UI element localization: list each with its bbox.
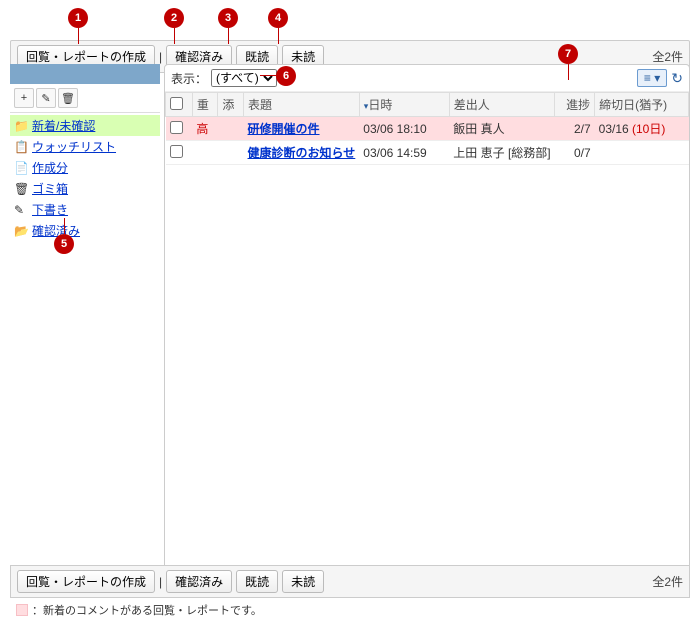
bottom-toolbar: 回覧・レポートの作成 | 確認済み 既読 未読 全2件 xyxy=(10,565,690,598)
col-datetime[interactable]: ▾日時 xyxy=(359,93,449,117)
col-progress[interactable]: 進捗 xyxy=(555,93,595,117)
sidebar-item-watchlist[interactable]: 📋 ウォッチリスト xyxy=(10,136,160,157)
callout-5: 5 xyxy=(54,234,74,254)
sidebar-item-label: ウォッチリスト xyxy=(32,138,116,155)
sidebar-tools: + ✎ 🗑 xyxy=(10,84,160,112)
callout-4: 4 xyxy=(268,8,288,28)
legend-text: ：新着のコメントがある回覧・レポートです。 xyxy=(32,602,262,618)
subject-link[interactable]: 研修開催の件 xyxy=(248,122,320,136)
col-deadline[interactable]: 締切日(猶予) xyxy=(595,93,689,117)
sidebar-item-label: 作成分 xyxy=(32,159,68,176)
row-checkbox[interactable] xyxy=(170,121,183,134)
bottom-area: 回覧・レポートの作成 | 確認済み 既読 未読 全2件 ：新着のコメントがある回… xyxy=(10,565,690,622)
sidebar: + ✎ 🗑 📁 新着/未確認 📋 ウォッチリスト 📄 作成分 🗑 ゴミ箱 ✎ xyxy=(10,64,160,570)
report-table: 重 添 表題 ▾日時 差出人 進捗 締切日(猶予) 高 研修開催の件 xyxy=(165,92,689,165)
pencil-icon: ✎ xyxy=(14,203,28,217)
sidebar-item-created[interactable]: 📄 作成分 xyxy=(10,157,160,178)
col-priority[interactable]: 重 xyxy=(192,93,218,117)
folder-open-icon: 📂 xyxy=(14,224,28,238)
deadline-cell xyxy=(595,141,689,165)
filter-select[interactable]: (すべて) xyxy=(211,69,277,87)
unread-button-bottom[interactable]: 未読 xyxy=(282,570,324,593)
sender-cell: 飯田 真人 xyxy=(449,117,554,141)
progress-cell: 2/7 xyxy=(555,117,595,141)
priority-cell: 高 xyxy=(192,117,218,141)
sidebar-title xyxy=(10,64,160,84)
datetime-cell: 03/06 18:10 xyxy=(359,117,449,141)
trash-icon: 🗑 xyxy=(14,182,28,196)
count-label-bottom: 全2件 xyxy=(652,573,683,590)
separator: | xyxy=(159,50,162,64)
table-wrap: 重 添 表題 ▾日時 差出人 進捗 締切日(猶予) 高 研修開催の件 xyxy=(165,92,689,569)
table-row[interactable]: 健康診断のお知らせ 03/06 14:59 上田 恵子 [総務部] 0/7 xyxy=(166,141,689,165)
datetime-cell: 03/06 14:59 xyxy=(359,141,449,165)
folder-icon: 📁 xyxy=(14,119,28,133)
deadline-cell: 03/16 (10日) xyxy=(595,117,689,141)
priority-cell xyxy=(192,141,218,165)
sidebar-item-draft[interactable]: ✎ 下書き xyxy=(10,199,160,220)
edit-folder-button[interactable]: ✎ xyxy=(36,88,56,108)
row-checkbox[interactable] xyxy=(170,145,183,158)
sidebar-item-label: 新着/未確認 xyxy=(32,117,95,134)
view-menu-button[interactable]: ≡ ▾ xyxy=(637,69,667,87)
filter-label: 表示： xyxy=(171,70,207,87)
document-icon: 📄 xyxy=(14,161,28,175)
select-all-checkbox[interactable] xyxy=(170,97,183,110)
confirmed-button-bottom[interactable]: 確認済み xyxy=(166,570,232,593)
sidebar-item-label: 下書き xyxy=(32,201,68,218)
sidebar-item-new-unread[interactable]: 📁 新着/未確認 xyxy=(10,115,160,136)
table-header-row: 重 添 表題 ▾日時 差出人 進捗 締切日(猶予) xyxy=(166,93,689,117)
refresh-button[interactable]: ↻ xyxy=(671,70,683,87)
callout-7: 7 xyxy=(558,44,578,64)
read-button-bottom[interactable]: 既読 xyxy=(236,570,278,593)
add-folder-button[interactable]: + xyxy=(14,88,34,108)
sidebar-item-label: ゴミ箱 xyxy=(32,180,68,197)
separator: | xyxy=(159,575,162,589)
sidebar-item-confirmed[interactable]: 📂 確認済み xyxy=(10,220,160,241)
attach-cell xyxy=(218,141,244,165)
callout-1: 1 xyxy=(68,8,88,28)
col-sender[interactable]: 差出人 xyxy=(449,93,554,117)
sidebar-item-trash[interactable]: 🗑 ゴミ箱 xyxy=(10,178,160,199)
main-panel: 表示： (すべて) ≡ ▾ ↻ 重 添 表題 ▾日時 差出人 進捗 xyxy=(164,64,690,570)
nav-list: 📁 新着/未確認 📋 ウォッチリスト 📄 作成分 🗑 ゴミ箱 ✎ 下書き 📂 xyxy=(10,112,160,243)
col-attach[interactable]: 添 xyxy=(218,93,244,117)
sender-cell: 上田 恵子 [総務部] xyxy=(449,141,554,165)
filter-bar: 表示： (すべて) ≡ ▾ ↻ xyxy=(165,65,689,92)
subject-link[interactable]: 健康診断のお知らせ xyxy=(248,146,356,160)
attach-cell xyxy=(218,117,244,141)
legend: ：新着のコメントがある回覧・レポートです。 xyxy=(10,598,690,622)
legend-swatch xyxy=(16,604,28,616)
callout-3: 3 xyxy=(218,8,238,28)
delete-folder-button[interactable]: 🗑 xyxy=(58,88,78,108)
clipboard-icon: 📋 xyxy=(14,140,28,154)
col-check[interactable] xyxy=(166,93,193,117)
col-subject[interactable]: 表題 xyxy=(244,93,360,117)
body: + ✎ 🗑 📁 新着/未確認 📋 ウォッチリスト 📄 作成分 🗑 ゴミ箱 ✎ xyxy=(10,64,690,570)
table-row[interactable]: 高 研修開催の件 03/06 18:10 飯田 真人 2/7 03/16 (10… xyxy=(166,117,689,141)
callout-6: 6 xyxy=(276,66,296,86)
create-button-bottom[interactable]: 回覧・レポートの作成 xyxy=(17,570,155,593)
count-label: 全2件 xyxy=(652,48,683,65)
callout-2: 2 xyxy=(164,8,184,28)
progress-cell: 0/7 xyxy=(555,141,595,165)
